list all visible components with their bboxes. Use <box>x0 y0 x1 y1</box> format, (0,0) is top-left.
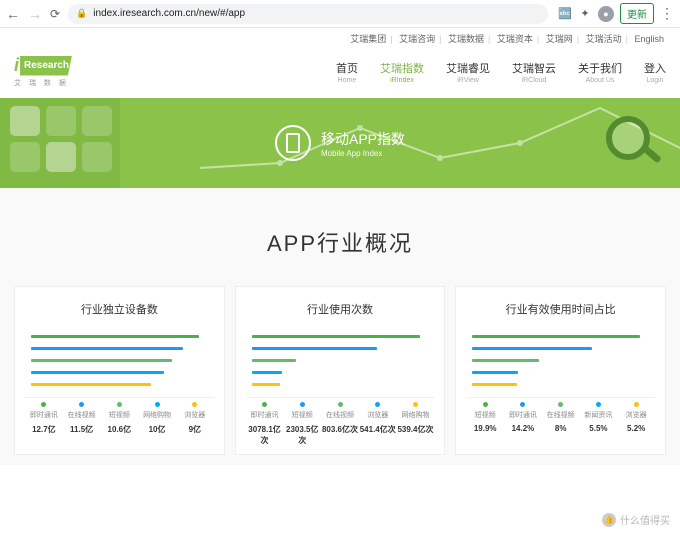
reload-icon[interactable]: ⟳ <box>50 7 60 21</box>
nav-cloud[interactable]: 艾瑞智云iRCloud <box>512 60 556 84</box>
legend-item: 在线视频803.6亿次 <box>321 402 359 446</box>
chart-bar <box>252 347 377 350</box>
chart-bar <box>472 335 640 338</box>
lock-icon: 🔒 <box>76 8 87 19</box>
main-nav: 首页Home 艾瑞指数iRIndex 艾瑞睿见iRView 艾瑞智云iRClou… <box>336 60 666 84</box>
card-title: 行业独立设备数 <box>25 301 214 317</box>
chart-bar <box>252 383 280 386</box>
banner-subtitle: Mobile App Index <box>321 149 405 158</box>
legend-item: 短视频10.6亿 <box>100 402 138 435</box>
content: APP行业概况 行业独立设备数即时通讯12.7亿在线视频11.5亿短视频10.6… <box>0 188 680 465</box>
chart-bar <box>252 359 296 362</box>
legend-item: 在线视频8% <box>542 402 580 433</box>
thumbs-up-icon: 👍 <box>602 513 616 527</box>
header: i Research 艾 瑞 数 据 首页Home 艾瑞指数iRIndex 艾瑞… <box>0 49 680 98</box>
magnifier-icon <box>606 116 650 160</box>
top-link[interactable]: English <box>634 34 664 44</box>
puzzle-icon[interactable]: ✦ <box>578 7 592 21</box>
menu-icon[interactable]: ⋮ <box>660 5 674 22</box>
translate-icon[interactable]: 🔤 <box>558 7 572 21</box>
nav-home[interactable]: 首页Home <box>336 60 358 84</box>
logo-i: i <box>14 55 19 76</box>
nav-index[interactable]: 艾瑞指数iRIndex <box>380 60 424 84</box>
stat-card: 行业独立设备数即时通讯12.7亿在线视频11.5亿短视频10.6亿网络购物10亿… <box>14 286 225 455</box>
forward-icon: → <box>28 6 42 22</box>
card-title: 行业有效使用时间占比 <box>466 301 655 317</box>
watermark: 👍 什么值得买 <box>602 512 670 527</box>
legend-item: 即时通讯14.2% <box>504 402 542 433</box>
stat-card: 行业使用次数即时通讯3078.1亿次短视频2303.5亿次在线视频803.6亿次… <box>235 286 446 455</box>
top-link[interactable]: 艾瑞集团 <box>350 34 386 44</box>
phone-icon <box>275 125 311 161</box>
chart-bar <box>31 371 164 374</box>
top-link[interactable]: 艾瑞咨询 <box>399 34 435 44</box>
section-title: APP行业概况 <box>14 226 666 258</box>
chart-bar <box>252 371 282 374</box>
update-button[interactable]: 更新 <box>620 3 654 24</box>
legend-item: 网络购物10亿 <box>138 402 176 435</box>
legend-item: 短视频19.9% <box>466 402 504 433</box>
chart-bar <box>472 383 516 386</box>
top-links: 艾瑞集团| 艾瑞咨询| 艾瑞数据| 艾瑞资本| 艾瑞网| 艾瑞活动| Engli… <box>0 28 680 49</box>
legend-item: 浏览器9亿 <box>176 402 214 435</box>
legend-item: 网络购物539.4亿次 <box>397 402 435 446</box>
banner-title: 移动APP指数 <box>321 129 405 149</box>
chart-bar <box>472 371 518 374</box>
legend-item: 浏览器5.2% <box>617 402 655 433</box>
address-bar[interactable]: 🔒 index.iresearch.com.cn/new/#/app <box>68 4 548 24</box>
chart-bar <box>472 359 539 362</box>
banner: 移动APP指数 Mobile App Index <box>0 98 680 188</box>
nav-view[interactable]: 艾瑞睿见iRView <box>446 60 490 84</box>
legend-item: 浏览器541.4亿次 <box>359 402 397 446</box>
legend-item: 在线视频11.5亿 <box>63 402 101 435</box>
top-link[interactable]: 艾瑞数据 <box>448 34 484 44</box>
avatar[interactable]: ● <box>598 6 614 22</box>
top-link[interactable]: 艾瑞资本 <box>497 34 533 44</box>
legend-item: 即时通讯3078.1亿次 <box>246 402 284 446</box>
nav-about[interactable]: 关于我们About Us <box>578 60 622 84</box>
logo-subtitle: 艾 瑞 数 据 <box>14 78 72 88</box>
chart-bar <box>31 359 172 362</box>
back-icon[interactable]: ← <box>6 6 20 22</box>
logo-flag: Research <box>20 56 72 76</box>
legend-item: 短视频2303.5亿次 <box>283 402 321 446</box>
nav-login[interactable]: 登入Login <box>644 60 666 84</box>
url-text: index.iresearch.com.cn/new/#/app <box>93 8 245 19</box>
chart-bar <box>472 347 592 350</box>
browser-toolbar: ← → ⟳ 🔒 index.iresearch.com.cn/new/#/app… <box>0 0 680 28</box>
stat-card: 行业有效使用时间占比短视频19.9%即时通讯14.2%在线视频8%新闻资讯5.5… <box>455 286 666 455</box>
chart-bar <box>252 335 420 338</box>
chart-bar <box>31 347 183 350</box>
legend-item: 新闻资讯5.5% <box>580 402 618 433</box>
legend-item: 即时通讯12.7亿 <box>25 402 63 435</box>
chart-bar <box>31 335 199 338</box>
logo[interactable]: i Research 艾 瑞 数 据 <box>14 55 72 88</box>
chart-bar <box>31 383 151 386</box>
card-title: 行业使用次数 <box>246 301 435 317</box>
top-link[interactable]: 艾瑞网 <box>546 34 573 44</box>
top-link[interactable]: 艾瑞活动 <box>586 34 622 44</box>
